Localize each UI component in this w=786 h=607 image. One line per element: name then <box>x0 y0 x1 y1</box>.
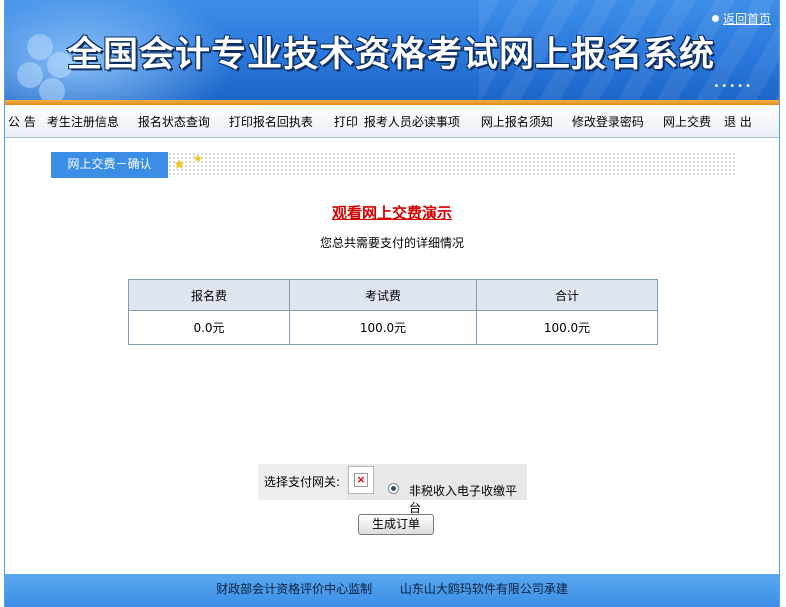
column-header: 考试费 <box>289 279 477 311</box>
broken-image-icon: × <box>354 473 368 487</box>
payment-gateway-selector: 选择支付网关: × 非税收入电子收缴平台 <box>258 464 527 515</box>
star-icon: ★ <box>173 157 186 173</box>
home-link[interactable]: 返回首页 <box>711 10 771 27</box>
nav-online-payment[interactable]: 网上交费 <box>663 113 711 130</box>
payment-demo-link[interactable]: 观看网上交费演示 <box>5 202 779 223</box>
footer-developer: 山东山大鸥玛软件有限公司承建 <box>399 582 568 596</box>
site-title: 全国会计专业技术资格考试网上报名系统 <box>67 34 716 75</box>
nav-registration-info[interactable]: 考生注册信息 <box>47 113 119 130</box>
column-header: 合计 <box>476 279 658 311</box>
dotted-divider <box>168 152 737 176</box>
exam-fee: 100.0元 <box>289 310 477 345</box>
nav-online-guide[interactable]: 网上报名须知 <box>481 113 553 130</box>
nav-print[interactable]: 打印 <box>334 113 358 130</box>
page-frame: 全国会计专业技术资格考试网上报名系统 返回首页 ••••• 公 告 考生注册信息… <box>4 0 780 607</box>
nav-notice[interactable]: 公 告 <box>8 113 36 130</box>
registration-fee: 0.0元 <box>128 310 290 345</box>
total-fee: 100.0元 <box>476 310 658 345</box>
table-header-row: 报名费 考试费 合计 <box>128 279 658 311</box>
footer-supervisor: 财政部会计资格评价中心监制 <box>216 582 373 596</box>
header-banner: 全国会计专业技术资格考试网上报名系统 返回首页 ••••• <box>5 0 779 100</box>
payment-details-heading: 您总共需要支付的详细情况 <box>319 236 464 250</box>
payment-gateway-label: 选择支付网关: <box>258 464 346 500</box>
gateway-option-label[interactable]: 非税收入电子收缴平台 <box>409 482 527 516</box>
section-header: 网上交费－确认 ★ ★ <box>51 152 737 178</box>
star-icon: ★ <box>193 152 203 165</box>
main-nav: 公 告 考生注册信息 报名状态查询 打印报名回执表 打印 报考人员必读事项 网上… <box>5 105 779 138</box>
home-link-label: 返回首页 <box>722 12 771 26</box>
nav-print-receipt[interactable]: 打印报名回执表 <box>229 113 313 130</box>
table-row: 0.0元 100.0元 100.0元 <box>128 310 658 345</box>
nav-must-read[interactable]: 报考人员必读事项 <box>364 113 460 130</box>
gateway-logo-image: × <box>348 466 374 494</box>
nav-change-password[interactable]: 修改登录密码 <box>572 113 644 130</box>
fee-table: 报名费 考试费 合计 0.0元 100.0元 100.0元 <box>128 279 658 345</box>
column-header: 报名费 <box>128 279 290 311</box>
decorative-dots: ••••• <box>713 81 753 92</box>
footer: 财政部会计资格评价中心监制 山东山大鸥玛软件有限公司承建 <box>5 574 779 607</box>
gateway-radio[interactable] <box>388 483 399 494</box>
tab-payment-confirm: 网上交费－确认 <box>51 152 168 178</box>
nav-logout[interactable]: 退 出 <box>724 113 752 130</box>
bullet-icon <box>711 15 719 22</box>
nav-status-query[interactable]: 报名状态查询 <box>138 113 210 130</box>
generate-order-button[interactable]: 生成订单 <box>358 514 434 535</box>
